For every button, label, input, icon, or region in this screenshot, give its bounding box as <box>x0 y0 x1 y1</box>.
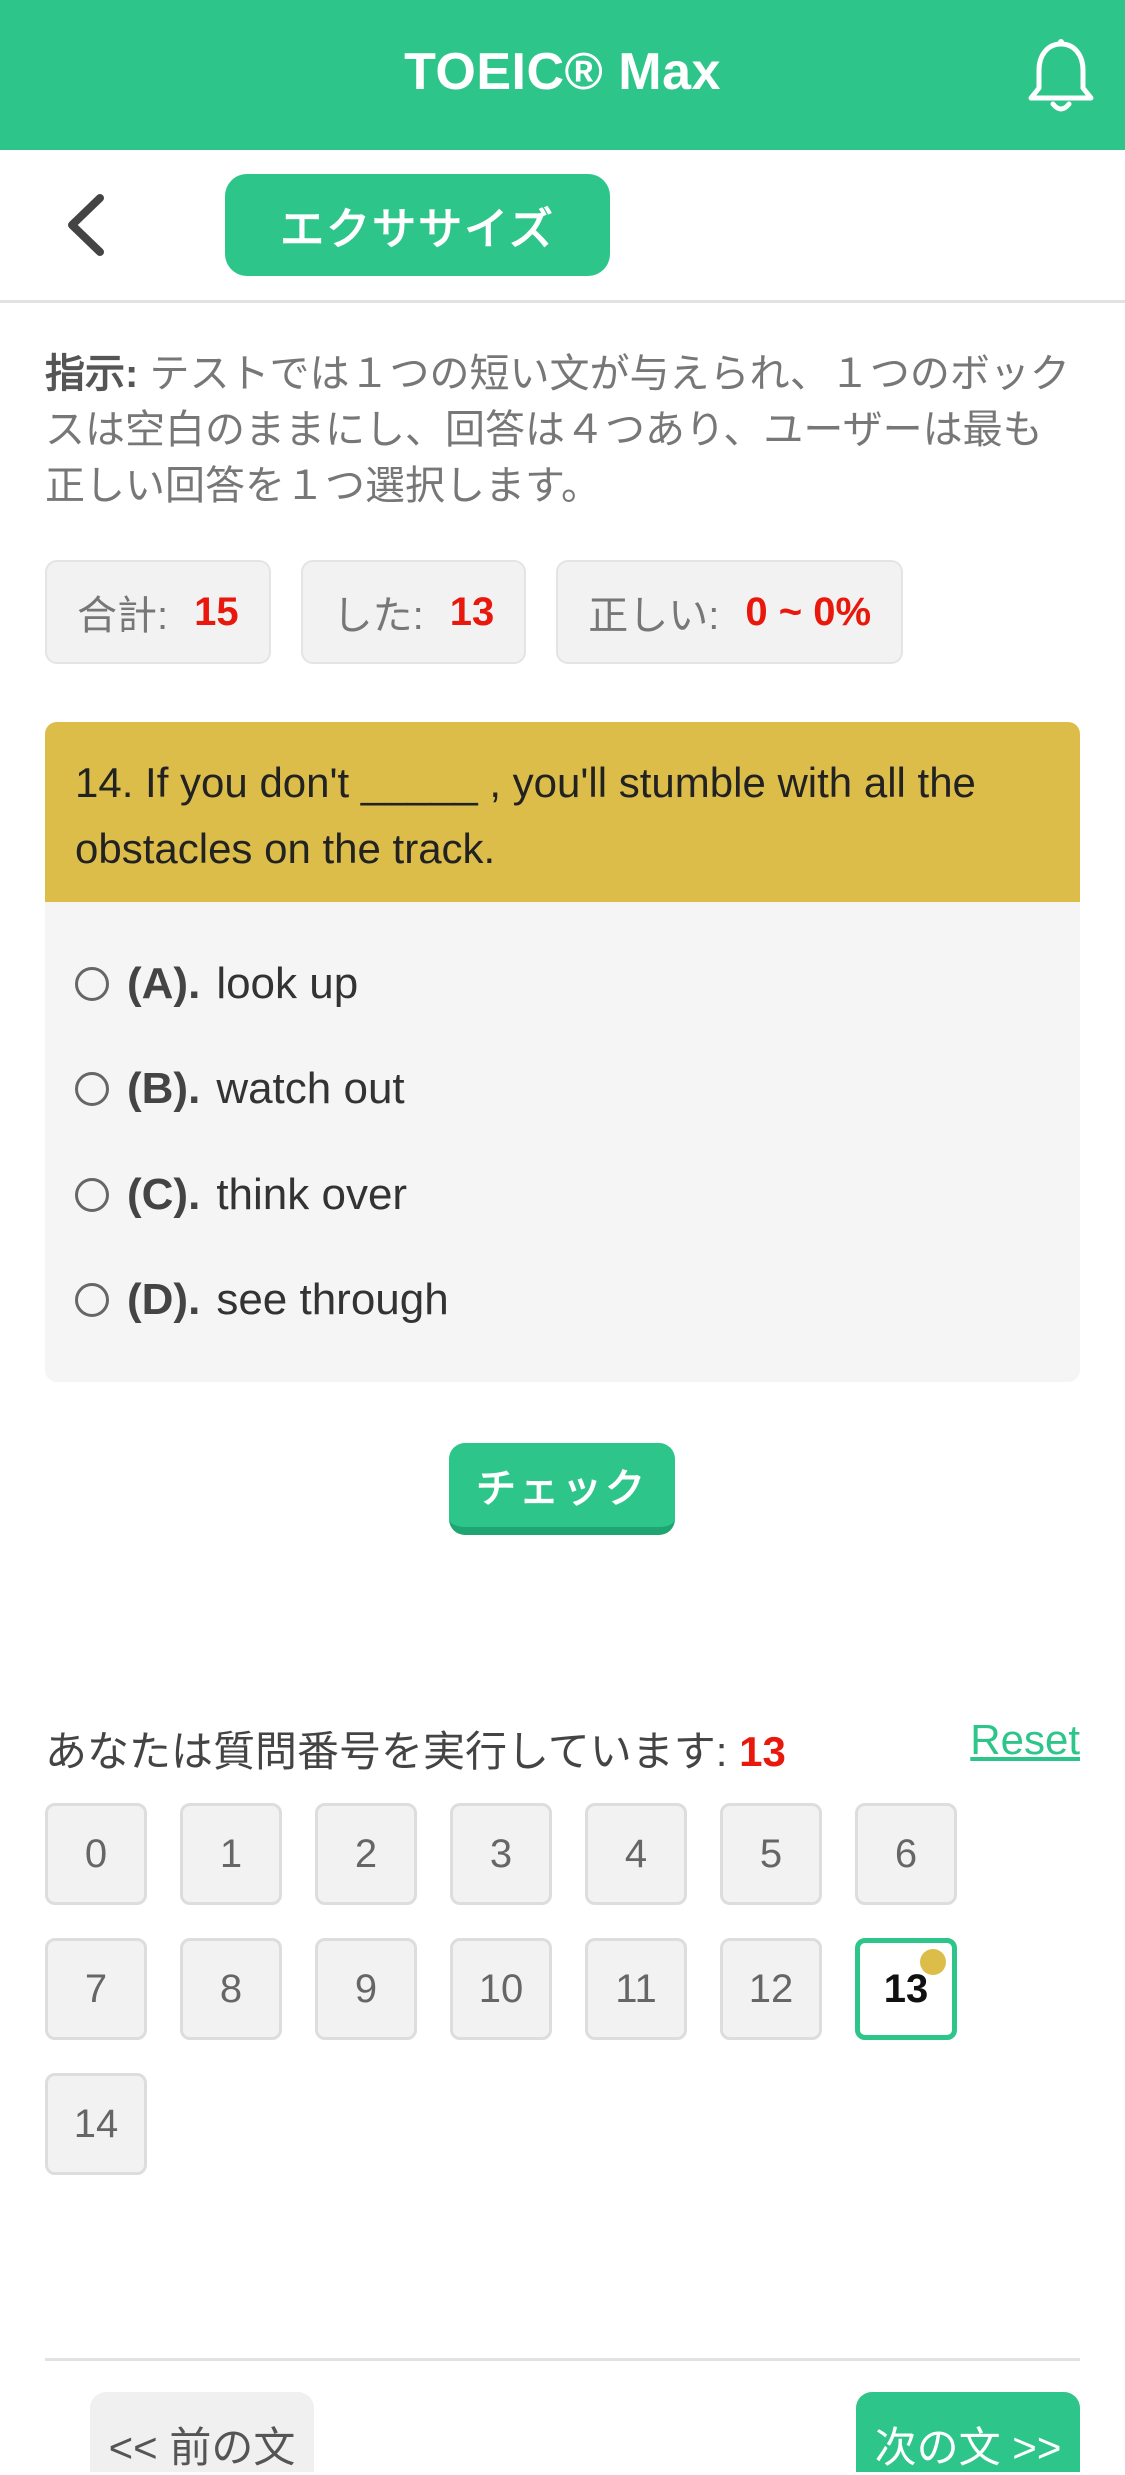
option-text: look up <box>216 959 359 1008</box>
question-number-button[interactable]: 11 <box>585 1938 687 2040</box>
radio-button[interactable] <box>75 1178 109 1212</box>
current-question-number: 13 <box>739 1728 786 1775</box>
option-c[interactable]: (C). think over <box>75 1155 407 1235</box>
current-indicator-dot <box>920 1949 946 1975</box>
stat-done-label: した: <box>332 594 424 638</box>
top-app-bar: TOEIC® Max <box>0 0 1125 150</box>
option-d[interactable]: (D). see through <box>75 1260 449 1340</box>
option-letter: (A). <box>127 959 201 1008</box>
previous-question-button[interactable]: << 前の文 <box>90 2392 314 2472</box>
question-number-button[interactable]: 4 <box>585 1803 687 1905</box>
question-number-button-current[interactable]: 13 <box>855 1938 957 2040</box>
question-number-button[interactable]: 5 <box>720 1803 822 1905</box>
reset-link[interactable]: Reset <box>970 1716 1080 1764</box>
stats-row: 合計: 15 した: 13 正しい: 0 ~ 0% <box>45 560 904 664</box>
option-letter: (D). <box>127 1275 201 1324</box>
stat-correct-value: 0 ~ 0% <box>745 589 872 634</box>
question-number-button[interactable]: 14 <box>45 2073 147 2175</box>
question-number-button[interactable]: 10 <box>450 1938 552 2040</box>
next-question-button[interactable]: 次の文 >> <box>856 2392 1080 2472</box>
option-letter: (C). <box>127 1170 201 1219</box>
sub-header: エクササイズ <box>0 150 1125 303</box>
stat-total: 合計: 15 <box>45 560 271 664</box>
stat-total-value: 15 <box>194 589 239 634</box>
question-number-label: 13 <box>883 1966 929 2011</box>
radio-button[interactable] <box>75 1072 109 1106</box>
question-number-button[interactable]: 8 <box>180 1938 282 2040</box>
current-question-label: あなたは質問番号を実行しています: <box>45 1728 728 1775</box>
option-text: see through <box>216 1275 449 1324</box>
question-number-button[interactable]: 0 <box>45 1803 147 1905</box>
instructions: 指示: テストでは１つの短い文が与えられ、１つのボックスは空白のままにし、回答は… <box>45 346 1075 514</box>
question-number-button[interactable]: 9 <box>315 1938 417 2040</box>
radio-button[interactable] <box>75 1283 109 1317</box>
option-a[interactable]: (A). look up <box>75 944 358 1024</box>
option-b[interactable]: (B). watch out <box>75 1049 405 1129</box>
question-number-button[interactable]: 7 <box>45 1938 147 2040</box>
bell-icon[interactable] <box>1025 36 1097 116</box>
current-question-status: あなたは質問番号を実行しています: 13 <box>45 1718 786 1779</box>
stat-done-value: 13 <box>449 589 495 634</box>
footer-divider <box>45 2358 1080 2361</box>
app-title: TOEIC® Max <box>404 43 721 101</box>
back-arrow-icon[interactable] <box>62 192 112 258</box>
option-letter: (B). <box>127 1064 201 1113</box>
check-button[interactable]: チェック <box>449 1443 675 1535</box>
question-number-button[interactable]: 2 <box>315 1803 417 1905</box>
instructions-label: 指示: <box>45 352 139 396</box>
exercise-tab[interactable]: エクササイズ <box>225 174 610 276</box>
radio-button[interactable] <box>75 967 109 1001</box>
option-text: think over <box>216 1170 408 1219</box>
question-text: 14. If you don't _____ , you'll stumble … <box>45 722 1080 902</box>
question-number-button[interactable]: 12 <box>720 1938 822 2040</box>
stat-done: した: 13 <box>300 560 527 664</box>
question-number-button[interactable]: 6 <box>855 1803 957 1905</box>
stat-total-label: 合計: <box>77 594 169 638</box>
stat-correct: 正しい: 0 ~ 0% <box>556 560 904 664</box>
stat-correct-label: 正しい: <box>588 594 720 638</box>
question-number-button[interactable]: 3 <box>450 1803 552 1905</box>
option-text: watch out <box>216 1064 405 1113</box>
question-number-button[interactable]: 1 <box>180 1803 282 1905</box>
instructions-text: テストでは１つの短い文が与えられ、１つのボックスは空白のままにし、回答は４つあり… <box>45 352 1070 508</box>
question-card: 14. If you don't _____ , you'll stumble … <box>45 722 1080 1382</box>
